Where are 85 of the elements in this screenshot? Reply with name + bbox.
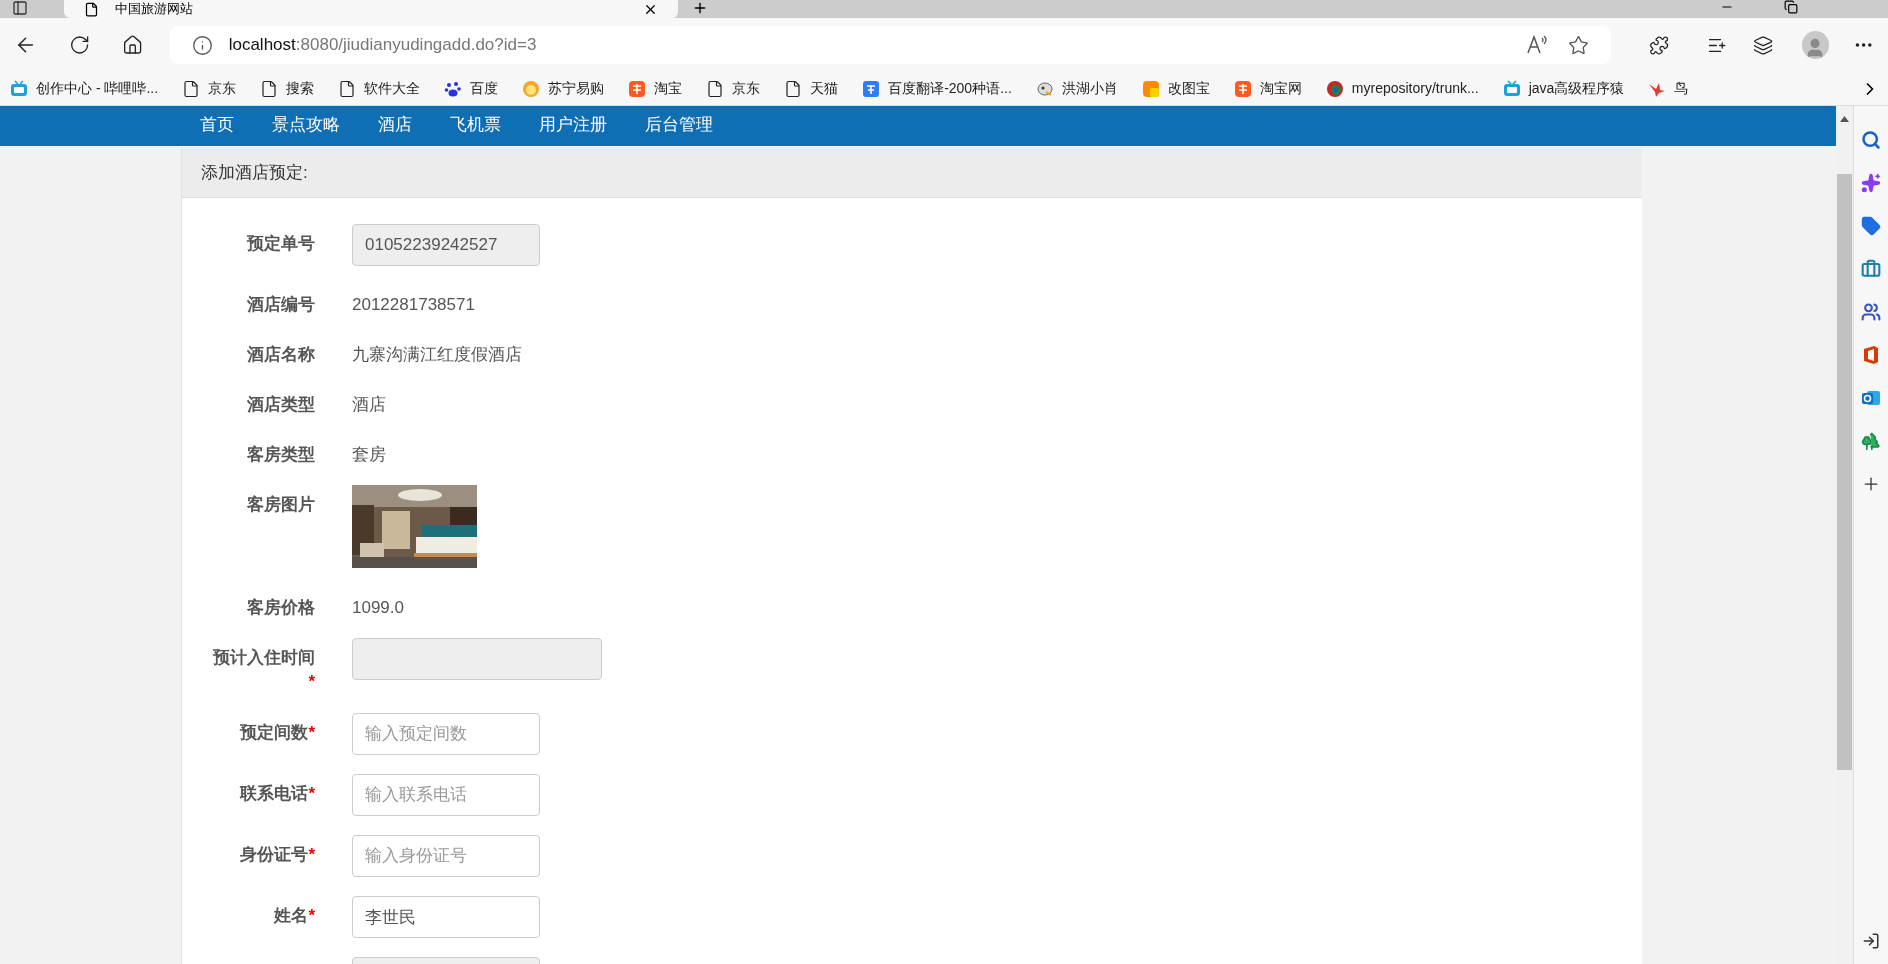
nav-link[interactable]: 飞机票 bbox=[450, 114, 501, 136]
scrollbar-thumb[interactable] bbox=[1837, 174, 1852, 770]
field-label: 客房价格 bbox=[247, 598, 315, 617]
bookmark-item[interactable]: myrepository/trunk... bbox=[1325, 78, 1479, 99]
field-value: 九寨沟满江红度假酒店 bbox=[352, 345, 522, 364]
nav-link[interactable]: 景点攻略 bbox=[272, 114, 340, 136]
tv-icon bbox=[10, 79, 28, 98]
panel-title: 添加酒店预定: bbox=[201, 161, 308, 184]
bookmark-item[interactable]: 创作中心 - 哔哩哔... bbox=[10, 78, 159, 99]
search-icon[interactable] bbox=[1861, 130, 1881, 150]
bookmark-item[interactable]: 苏宁易购 bbox=[522, 78, 605, 99]
bookmark-item[interactable]: 百度翻译-200种语... bbox=[862, 78, 1012, 99]
bookmark-item[interactable]: java高级程序猿 bbox=[1502, 78, 1625, 99]
bookmark-item[interactable]: 淘宝网 bbox=[1233, 78, 1302, 99]
refresh-icon[interactable] bbox=[69, 34, 91, 56]
field-value: 套房 bbox=[352, 445, 386, 464]
office-icon[interactable] bbox=[1862, 345, 1880, 365]
bookmark-item[interactable]: 京东 bbox=[706, 78, 761, 99]
tao-icon bbox=[1233, 79, 1252, 98]
info-icon bbox=[191, 34, 213, 56]
field-label: 酒店编号 bbox=[247, 295, 315, 314]
page-icon bbox=[338, 79, 357, 98]
field-label: 身份证号* bbox=[240, 845, 315, 864]
collections-icon[interactable] bbox=[1753, 34, 1774, 56]
field-value: 2012281738571 bbox=[352, 295, 475, 314]
read-aloud-icon[interactable] bbox=[1525, 34, 1548, 56]
page-icon bbox=[84, 1, 99, 17]
nav-link[interactable]: 酒店 bbox=[378, 114, 412, 136]
profile-avatar[interactable] bbox=[1801, 31, 1829, 59]
page-icon bbox=[784, 79, 803, 98]
field-label: 客房图片 bbox=[247, 495, 315, 514]
scroll-up-icon[interactable] bbox=[1840, 116, 1849, 122]
page-icon bbox=[260, 79, 279, 98]
sidebar-toggle-icon[interactable] bbox=[12, 0, 28, 16]
translate-icon bbox=[862, 79, 881, 98]
bookmark-item[interactable]: 淘宝 bbox=[628, 78, 683, 99]
new-tab-icon[interactable] bbox=[692, 0, 708, 16]
cartoon-icon bbox=[1035, 79, 1054, 98]
paw-icon bbox=[444, 79, 463, 98]
browser-tab[interactable]: 中国旅游网站 bbox=[64, 0, 678, 18]
bookmark-item[interactable]: 搜索 bbox=[260, 78, 315, 99]
input-field[interactable]: 输入预定间数 bbox=[352, 713, 540, 755]
bookmark-item[interactable]: 京东 bbox=[182, 78, 237, 99]
field-label: 联系电话* bbox=[240, 784, 315, 803]
input-field[interactable]: 李世民 bbox=[352, 896, 540, 938]
bookmark-item[interactable]: 鸟 bbox=[1648, 78, 1689, 99]
field-label: 预定单号 bbox=[247, 234, 315, 253]
page-icon bbox=[706, 79, 725, 98]
tag-icon[interactable] bbox=[1861, 216, 1881, 236]
restore-icon[interactable] bbox=[1784, 0, 1798, 14]
field-label: 酒店类型 bbox=[247, 395, 315, 414]
bookmark-item[interactable]: 洪湖小肖 bbox=[1035, 78, 1118, 99]
bookmark-item[interactable]: 天猫 bbox=[784, 78, 839, 99]
page-icon bbox=[182, 79, 201, 98]
field-label: 预计入住时间 * bbox=[213, 648, 315, 691]
url-text: localhost:8080/jiudianyudingadd.do?id=3 bbox=[228, 34, 537, 57]
bookmark-item[interactable]: 改图宝 bbox=[1141, 78, 1210, 99]
tree-icon[interactable] bbox=[1861, 431, 1881, 451]
mail-icon[interactable] bbox=[1861, 388, 1881, 408]
home-icon[interactable] bbox=[122, 34, 144, 56]
field-label: 客房类型 bbox=[247, 445, 315, 464]
globe-icon bbox=[1325, 79, 1344, 98]
field-label: 酒店名称 bbox=[247, 345, 315, 364]
panel-exit-icon[interactable] bbox=[1862, 932, 1880, 950]
input-field[interactable]: 输入身份证号 bbox=[352, 835, 540, 877]
sparkle-icon[interactable] bbox=[1861, 173, 1881, 193]
nav-link[interactable]: 用户注册 bbox=[539, 114, 607, 136]
lion-icon bbox=[522, 79, 541, 98]
people-icon[interactable] bbox=[1861, 302, 1881, 322]
nav-link[interactable]: 首页 bbox=[200, 114, 234, 136]
field-value: 1099.0 bbox=[352, 598, 404, 617]
tao-icon bbox=[628, 79, 647, 98]
bookmark-item[interactable]: 百度 bbox=[444, 78, 499, 99]
extensions-icon[interactable] bbox=[1648, 34, 1670, 56]
tv-icon bbox=[1502, 79, 1521, 98]
field-label: 预定间数* bbox=[240, 723, 315, 742]
field-label: 姓名* bbox=[274, 906, 315, 925]
field-value: 酒店 bbox=[352, 395, 386, 414]
input-field[interactable]: 输入联系电话 bbox=[352, 774, 540, 816]
tile-icon bbox=[1141, 79, 1160, 98]
add-favorite-icon[interactable] bbox=[1567, 34, 1589, 56]
address-bar[interactable]: localhost:8080/jiudianyudingadd.do?id=3 bbox=[169, 26, 1611, 64]
nav-link[interactable]: 后台管理 bbox=[645, 114, 713, 136]
bookmark-item[interactable]: 软件大全 bbox=[338, 78, 421, 99]
toolbox-icon[interactable] bbox=[1861, 259, 1881, 279]
